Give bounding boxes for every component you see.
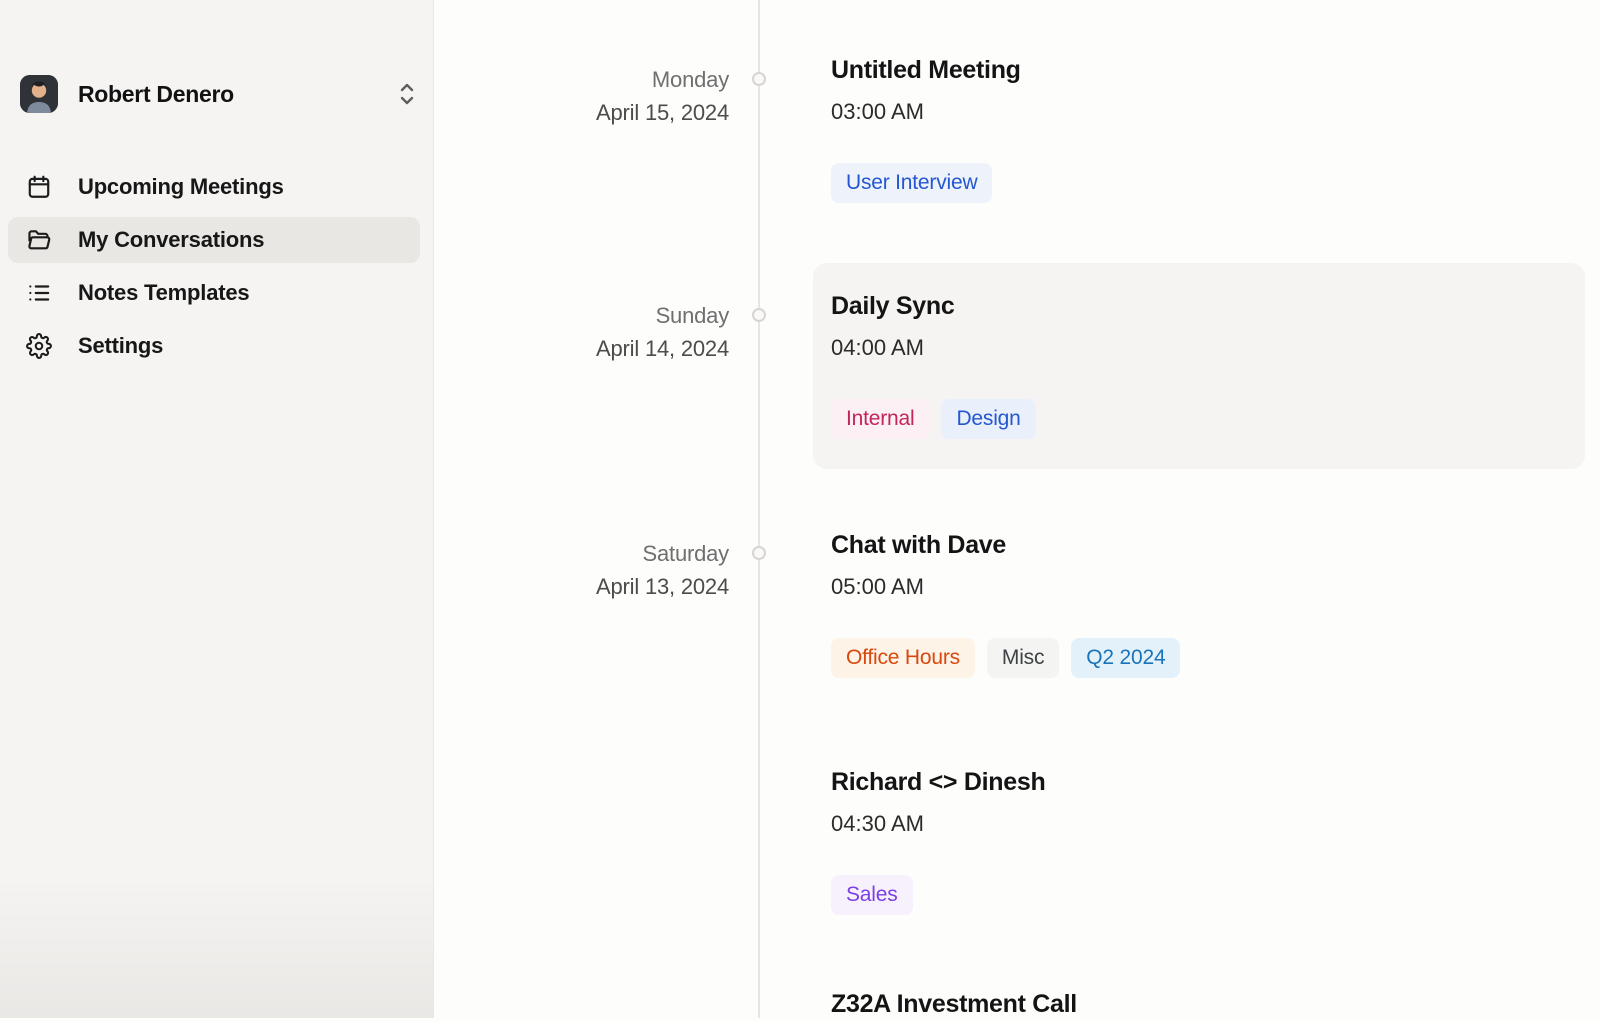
- profile-switcher[interactable]: Robert Denero: [20, 73, 419, 115]
- tag-badge: Q2 2024: [1071, 638, 1180, 678]
- sidebar-item-label: Upcoming Meetings: [78, 174, 284, 200]
- sidebar-item-label: Settings: [78, 333, 163, 359]
- sidebar-nav: Upcoming Meetings My Conversations: [8, 164, 420, 376]
- calendar-icon: [26, 174, 52, 200]
- sidebar-item-label: Notes Templates: [78, 280, 249, 306]
- meeting-title: Chat with Dave: [831, 528, 1600, 562]
- date-text: April 15, 2024: [434, 96, 729, 129]
- avatar: [20, 75, 58, 113]
- meeting-time: 04:30 AM: [831, 808, 1600, 840]
- timeline-dot: [752, 72, 766, 86]
- meeting-item-daily-sync[interactable]: Daily Sync 04:00 AM Internal Design: [813, 263, 1585, 469]
- sidebar-item-label: My Conversations: [78, 227, 264, 253]
- meeting-tags: Office Hours Misc Q2 2024: [831, 638, 1600, 678]
- conversations-timeline: Monday April 15, 2024 Untitled Meeting 0…: [434, 0, 1600, 1018]
- date-text: April 14, 2024: [434, 332, 729, 365]
- day-name: Monday: [434, 63, 729, 96]
- sidebar-item-my-conversations[interactable]: My Conversations: [8, 217, 420, 263]
- meeting-item-richard-dinesh[interactable]: Richard <> Dinesh 04:30 AM Sales: [831, 765, 1600, 915]
- date-label: Saturday April 13, 2024: [434, 528, 759, 1021]
- meeting-title: Z32A Investment Call: [831, 987, 1600, 1021]
- timeline-group: Saturday April 13, 2024 Chat with Dave 0…: [434, 528, 1600, 1021]
- meeting-title: Richard <> Dinesh: [831, 765, 1600, 799]
- meeting-tags: Internal Design: [831, 399, 1585, 439]
- timeline-dot: [752, 546, 766, 560]
- day-name: Sunday: [434, 299, 729, 332]
- sidebar: Robert Denero Upcoming Meetings: [0, 0, 434, 1018]
- meeting-tags: User Interview: [831, 163, 1600, 203]
- meeting-time: 03:00 AM: [831, 96, 1600, 128]
- folder-icon: [26, 227, 52, 253]
- profile-name: Robert Denero: [78, 81, 395, 108]
- sidebar-item-upcoming-meetings[interactable]: Upcoming Meetings: [8, 164, 420, 210]
- chevron-updown-icon: [395, 81, 419, 107]
- date-label: Monday April 15, 2024: [434, 53, 759, 203]
- list-icon: [26, 280, 52, 306]
- date-text: April 13, 2024: [434, 570, 729, 603]
- meeting-tags: Sales: [831, 875, 1600, 915]
- meeting-title: Untitled Meeting: [831, 53, 1600, 87]
- tag-badge: Office Hours: [831, 638, 975, 678]
- meeting-item-chat-with-dave[interactable]: Chat with Dave 05:00 AM Office Hours Mis…: [831, 528, 1600, 678]
- tag-badge: Sales: [831, 875, 913, 915]
- meeting-time: 04:00 AM: [831, 332, 1585, 364]
- meeting-item-untitled-meeting[interactable]: Untitled Meeting 03:00 AM User Interview: [831, 53, 1600, 203]
- tag-badge: Design: [941, 399, 1035, 439]
- meeting-item-z32a-investment-call[interactable]: Z32A Investment Call: [831, 987, 1600, 1021]
- meeting-time: 05:00 AM: [831, 571, 1600, 603]
- timeline-group: Sunday April 14, 2024 Daily Sync 04:00 A…: [434, 263, 1600, 469]
- timeline-dot: [752, 308, 766, 322]
- tag-badge: Misc: [987, 638, 1059, 678]
- day-name: Saturday: [434, 537, 729, 570]
- sidebar-item-notes-templates[interactable]: Notes Templates: [8, 270, 420, 316]
- tag-badge: User Interview: [831, 163, 992, 203]
- gear-icon: [26, 333, 52, 359]
- date-label: Sunday April 14, 2024: [434, 263, 759, 469]
- timeline-group: Monday April 15, 2024 Untitled Meeting 0…: [434, 53, 1600, 203]
- tag-badge: Internal: [831, 399, 929, 439]
- sidebar-item-settings[interactable]: Settings: [8, 323, 420, 369]
- meeting-title: Daily Sync: [831, 289, 1585, 323]
